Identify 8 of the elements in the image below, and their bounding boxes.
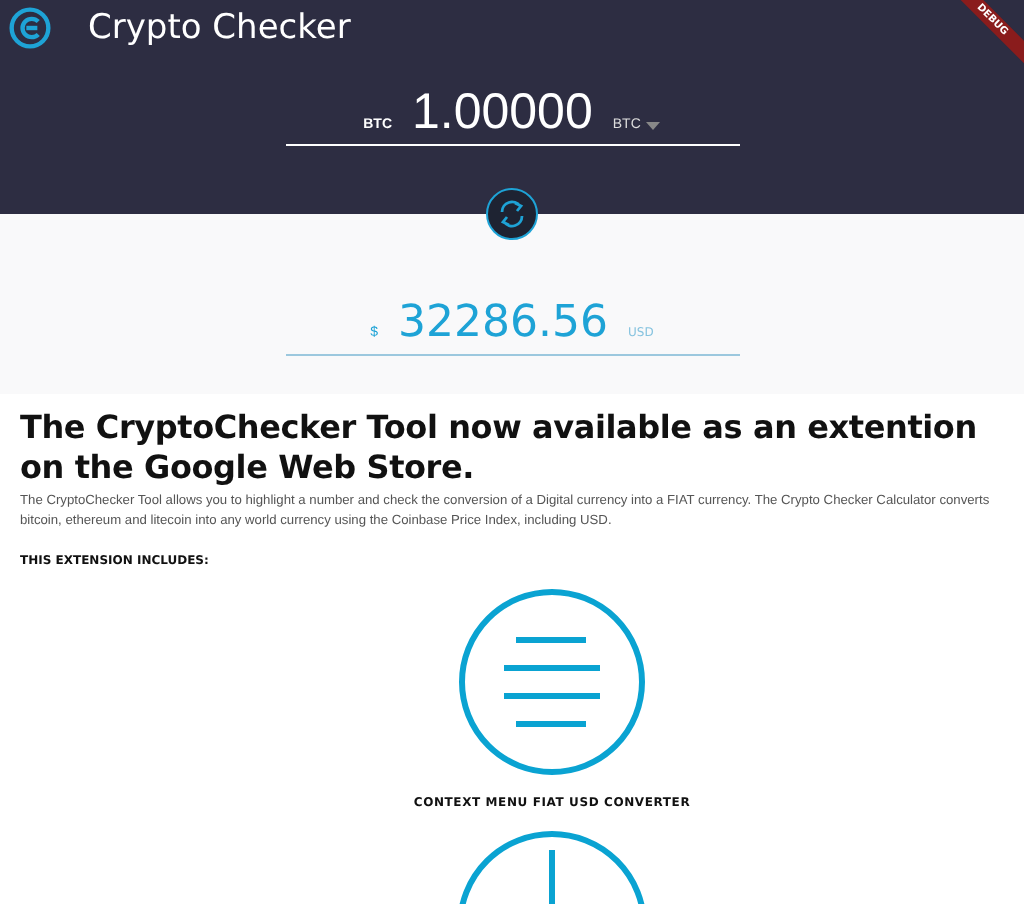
amount-value: 1.00000 xyxy=(412,82,593,142)
menu-icon xyxy=(456,586,648,778)
result-value: 32286.56 xyxy=(398,296,609,352)
caret-icon xyxy=(646,121,661,129)
logo-icon xyxy=(8,6,52,50)
app-title: Crypto Checker xyxy=(88,8,351,48)
swap-icon xyxy=(496,198,528,230)
article-heading: The CryptoChecker Tool now available as an extention on the Google Web Store. xyxy=(20,408,979,488)
